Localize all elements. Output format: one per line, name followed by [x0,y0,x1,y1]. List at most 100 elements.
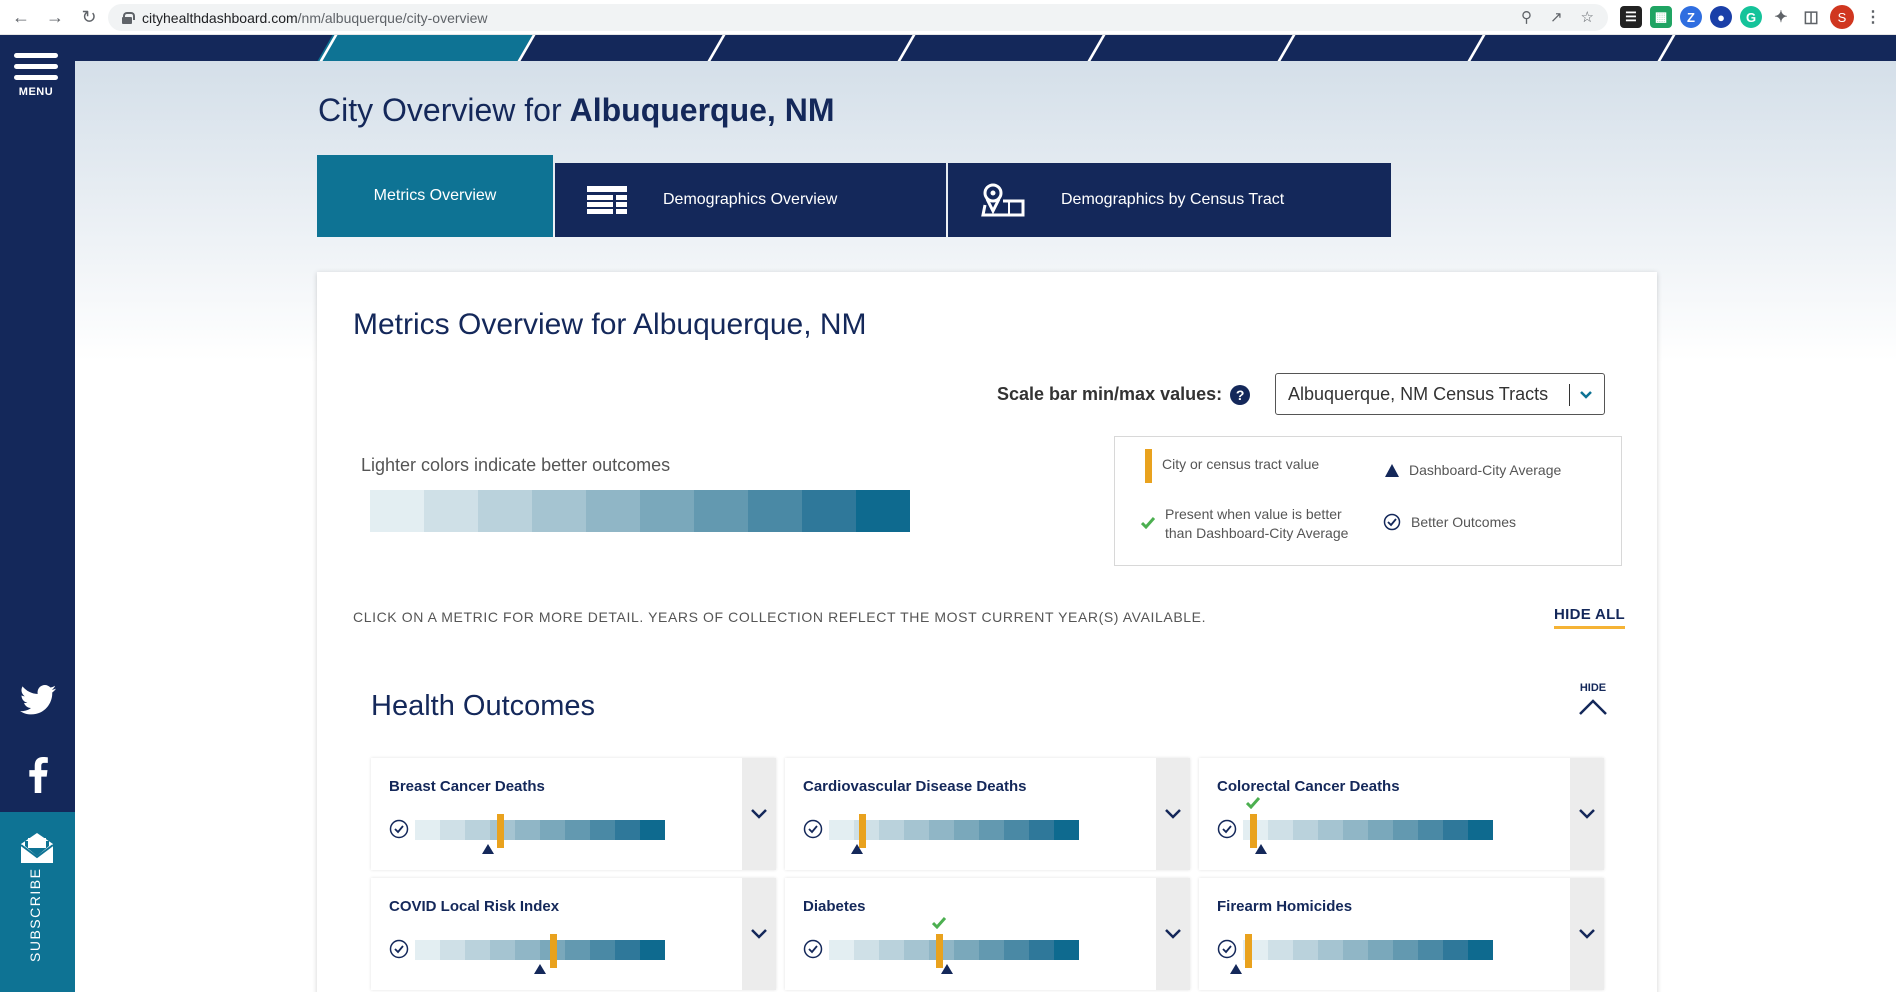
scale-swatch [1318,940,1343,960]
metric-card[interactable]: COVID Local Risk Index [371,878,776,990]
top-nav-separator [1277,35,1296,61]
page-title-prefix: City Overview for [318,92,562,128]
extension-grammarly-icon[interactable]: G [1740,6,1762,28]
green-check-icon [1140,515,1156,534]
scale-swatch [515,820,540,840]
expand-metric-button[interactable] [1156,758,1190,870]
tract-value-marker [1245,934,1252,968]
tab-demographics-overview[interactable]: Demographics Overview [555,163,946,237]
metrics-overview-card: Metrics Overview for Albuquerque, NM Sca… [317,272,1657,992]
expand-metric-button[interactable] [1156,878,1190,990]
circle-check-icon [389,819,409,844]
city-average-marker [1254,844,1267,854]
tract-value-marker [497,814,504,848]
tab-metrics-overview[interactable]: Metrics Overview [317,155,553,237]
facebook-link[interactable] [0,757,75,793]
chevron-down-icon [1165,929,1181,939]
extension-sheets-icon[interactable]: ▦ [1650,6,1672,28]
city-average-marker [940,964,953,974]
lock-icon [122,11,135,24]
city-average-marker [534,964,546,974]
profile-avatar[interactable]: S [1830,5,1854,29]
kebab-menu-icon[interactable]: ⋮ [1862,6,1884,28]
top-nav-active-segment[interactable] [317,35,533,61]
scale-swatch [854,940,879,960]
scale-swatch [904,820,929,840]
scale-swatch [640,940,665,960]
zoom-icon[interactable]: ⚲ [1521,8,1532,26]
metric-scale-bar [1243,940,1493,960]
scale-swatch [1418,940,1443,960]
legend-better-outcomes-text: Better Outcomes [1411,514,1517,530]
hide-all-button[interactable]: HIDE ALL [1554,606,1626,629]
tract-value-marker [549,934,557,968]
scale-swatch [904,940,929,960]
scale-swatch [879,940,904,960]
scale-bar-label: Scale bar min/max values: ? [997,384,1251,405]
url-host: cityhealthdashboard.com [142,9,298,26]
twitter-link[interactable] [0,685,75,715]
expand-metric-button[interactable] [742,758,776,870]
address-bar[interactable]: cityhealthdashboard.com/nm/albuquerque/c… [108,4,1608,31]
top-nav-separator [1467,35,1486,61]
scale-swatch [590,940,615,960]
scale-swatch [856,490,910,532]
bookmark-star-icon[interactable]: ☆ [1581,8,1594,26]
hide-section-button[interactable]: HIDE [1573,682,1613,721]
scale-swatch [1468,940,1493,960]
back-icon[interactable]: ← [8,4,34,30]
side-panel-icon[interactable]: ◫ [1800,6,1822,28]
lighter-colors-label: Lighter colors indicate better outcomes [361,455,671,475]
help-icon[interactable]: ? [1230,384,1251,405]
reload-icon[interactable]: ↻ [76,4,102,30]
expand-metric-button[interactable] [1570,758,1604,870]
metric-name: Breast Cancer Deaths [389,778,545,795]
tab-demographics-by-census-tract[interactable]: Demographics by Census Tract [948,163,1391,237]
scale-swatch [929,820,954,840]
scale-swatch [370,490,424,532]
expand-metric-button[interactable] [742,878,776,990]
scale-swatch [1004,940,1029,960]
extension-z-icon[interactable]: Z [1680,6,1702,28]
metric-card[interactable]: Breast Cancer Deaths [371,758,776,870]
chevron-down-icon [1165,809,1181,819]
scale-swatch [615,940,640,960]
scale-swatch [694,490,748,532]
forward-icon[interactable]: → [42,4,68,30]
menu-button[interactable]: MENU [12,53,60,98]
metric-card[interactable]: Colorectal Cancer Deaths [1199,758,1604,870]
scale-swatch [424,490,478,532]
metric-scale-bar [1243,820,1493,840]
scale-swatch [590,820,615,840]
legend-better-outcomes: Better Outcomes [1383,513,1516,536]
scale-swatch [1293,820,1318,840]
extension-circle-icon[interactable]: ● [1710,6,1732,28]
scale-swatch [440,940,465,960]
circle-check-icon [803,819,823,844]
legend-city-average: Dashboard-City Average [1385,461,1561,480]
expand-metric-button[interactable] [1570,878,1604,990]
metric-card[interactable]: Firearm Homicides [1199,878,1604,990]
scale-swatch [415,940,440,960]
legend-tract-value: City or census tract value [1145,449,1319,483]
legend-better-than-average: Present when value is better than Dashbo… [1140,505,1371,543]
scale-swatch [532,490,586,532]
card-title: Metrics Overview for Albuquerque, NM [353,308,867,341]
scale-select[interactable]: Albuquerque, NM Census Tracts [1275,373,1605,415]
metric-card[interactable]: Diabetes [785,878,1190,990]
scale-swatch [640,820,665,840]
extension-layers-icon[interactable]: ☰ [1620,6,1642,28]
subscribe-button[interactable]: SUBSCRIBE [0,812,75,992]
share-icon[interactable]: ↗ [1550,8,1563,26]
scale-swatch [440,820,465,840]
chevron-down-icon [751,929,767,939]
scale-swatch [954,940,979,960]
scale-swatch [879,820,904,840]
scale-swatch [1468,820,1493,840]
circle-check-icon [1383,513,1401,536]
extensions-puzzle-icon[interactable]: ✦ [1770,6,1792,28]
scale-swatch [1393,940,1418,960]
circle-check-icon [1217,819,1237,844]
hide-label: HIDE [1579,682,1607,694]
metric-card[interactable]: Cardiovascular Disease Deaths [785,758,1190,870]
